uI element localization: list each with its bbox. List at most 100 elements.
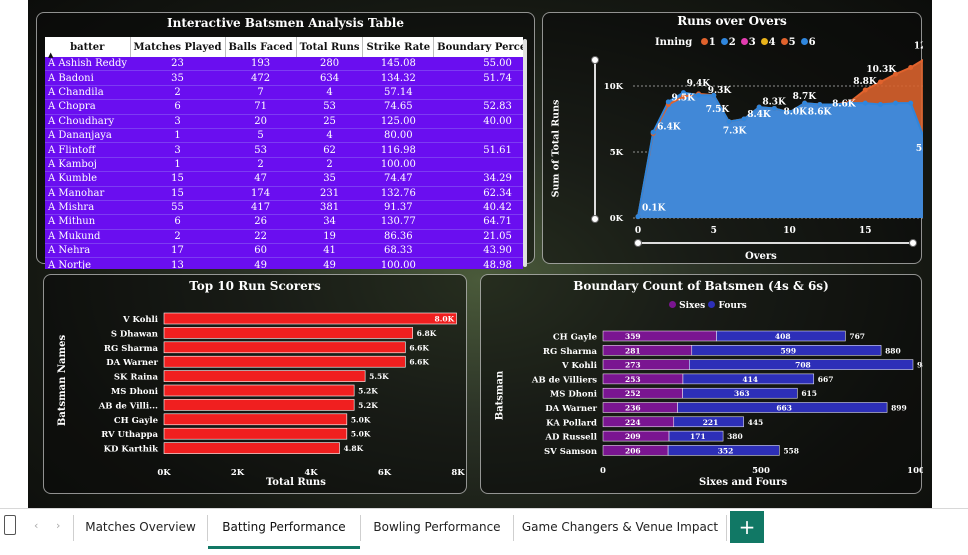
series-2-point[interactable]	[817, 101, 823, 107]
x-tick-label: 0	[600, 466, 606, 476]
x-tick-label: 500	[752, 466, 770, 476]
series-2-point[interactable]	[726, 119, 732, 125]
sixes-bar[interactable]	[602, 359, 690, 370]
tab-batting-performance[interactable]: Batting Performance	[208, 509, 360, 549]
batsmen-table[interactable]: batter Matches Played Balls Faced Total Run…	[45, 37, 523, 269]
category-label: DA Warner	[106, 358, 158, 368]
series-2-point[interactable]	[741, 116, 747, 122]
column-header[interactable]: Balls Faced	[225, 37, 297, 57]
batter-name-cell: A Kamboj	[45, 157, 131, 173]
tab-scroll-left-icon[interactable]: ‹	[34, 519, 38, 532]
table-row[interactable]: A Nehra 17 60 41 68.33 43.90	[45, 243, 523, 259]
series-2-point[interactable]	[862, 100, 868, 106]
table-row[interactable]: A Flintoff 3 53 62 116.98 51.61	[45, 142, 523, 158]
fours-value-label: 599	[780, 346, 796, 355]
table-cell: 26	[225, 214, 297, 230]
table-cell: 100.00	[362, 157, 434, 173]
table-row[interactable]: A Chopra 6 71 53 74.65 52.83	[45, 99, 523, 115]
boundary-bar-chart[interactable]: CH Gayle 359 408 767 RG Sharma 281 599 880 V Koh…	[481, 275, 923, 495]
table-row[interactable]: A Manohar 15 174 231 132.76 62.34	[45, 186, 523, 201]
table-cell: 100.00	[362, 257, 434, 269]
x-slider-handle-left[interactable]	[634, 239, 642, 247]
table-cell: 15	[130, 171, 226, 187]
data-label: 8.4K	[747, 110, 772, 120]
sixes-bar[interactable]	[602, 373, 684, 385]
bar[interactable]	[163, 384, 355, 397]
table-cell: 472	[225, 70, 297, 86]
table-scrollbar[interactable]	[523, 39, 527, 267]
table-cell: 145.08	[362, 57, 434, 72]
series-1-point[interactable]	[908, 65, 914, 71]
column-header[interactable]: Matches Played	[130, 37, 226, 57]
series-2-point[interactable]	[665, 99, 671, 105]
total-value-label: 558	[783, 446, 799, 455]
table-row[interactable]: A Ashish Reddy 23 193 280 145.08 55.00	[45, 57, 523, 72]
table-row[interactable]: A Chandila 2 7 4 57.14	[45, 85, 523, 101]
x-slider-handle-right[interactable]	[909, 239, 917, 247]
series-2-area[interactable]	[638, 92, 923, 218]
table-cell: 86.36	[362, 229, 434, 245]
sixes-bar[interactable]	[602, 387, 683, 399]
table-row[interactable]: A Mukund 2 22 19 86.36 21.05	[45, 229, 523, 245]
sixes-bar[interactable]	[602, 330, 717, 342]
series-2-point[interactable]	[908, 100, 914, 106]
bar[interactable]	[163, 427, 348, 440]
table-cell: 71	[225, 99, 297, 115]
tab-game-changers-venue-impact[interactable]: Game Changers & Venue Impact	[514, 509, 726, 546]
series-2-point[interactable]	[696, 92, 702, 98]
table-row[interactable]: A Kamboj 1 2 2 100.00	[45, 157, 523, 173]
table-row[interactable]: A Kumble 15 47 35 74.47 34.29	[45, 171, 523, 187]
bar[interactable]	[163, 399, 355, 411]
y-slider-handle-bottom[interactable]	[591, 215, 599, 223]
tab-scroll-right-icon[interactable]: ›	[56, 519, 60, 532]
table-row[interactable]: A Badoni 35 472 634 134.32 51.74	[45, 70, 523, 86]
table-row[interactable]: A Dananjaya 1 5 4 80.00	[45, 128, 523, 144]
y-slider-handle-top[interactable]	[591, 56, 599, 64]
series-2-point[interactable]	[756, 104, 762, 110]
column-header[interactable]: batter	[45, 37, 131, 57]
bar[interactable]	[163, 355, 406, 368]
series-2-point[interactable]	[650, 129, 656, 135]
data-label: 7.5K	[706, 105, 731, 115]
category-label: SV Samson	[544, 447, 597, 457]
series-1-point[interactable]	[877, 79, 883, 85]
x-tick-label: 0	[635, 226, 641, 236]
tab-matches-overview[interactable]: Matches Overview	[74, 509, 207, 546]
series-1-point[interactable]	[862, 87, 868, 93]
bar[interactable]	[163, 442, 340, 454]
add-page-button[interactable]: +	[730, 511, 764, 543]
total-value-label: 445	[748, 418, 764, 427]
category-label: DA Warner	[545, 404, 597, 414]
table-cell: 35	[296, 171, 363, 187]
bar[interactable]	[163, 370, 366, 382]
table-cell: 62	[296, 142, 363, 158]
bar[interactable]	[163, 327, 413, 339]
column-header[interactable]: Strike Rate	[362, 37, 435, 57]
runs-over-overs-panel: Runs over Overs Inning 123456 0K 5K 10K 0 5 1…	[542, 12, 923, 265]
total-value-label: 981	[917, 361, 923, 370]
data-label: 8.3K	[762, 97, 787, 107]
series-2-point[interactable]	[893, 100, 899, 106]
table-cell: 2	[225, 157, 297, 173]
table-cell: 60	[225, 243, 297, 259]
table-row[interactable]: A Mishra 55 417 381 91.37 40.42	[45, 200, 523, 216]
batter-name-cell: A Chopra	[45, 99, 131, 115]
series-2-point[interactable]	[635, 214, 641, 220]
bar[interactable]	[163, 413, 348, 426]
table-cell: 116.98	[362, 142, 434, 158]
top10-bar-chart[interactable]: V Kohli 8.0K S Dhawan 6.8K RG Sharma 6.6K DA W…	[44, 275, 468, 495]
tab-bowling-performance[interactable]: Bowling Performance	[361, 509, 513, 546]
mobile-layout-icon[interactable]	[4, 515, 16, 535]
series-2-point[interactable]	[877, 101, 883, 107]
bar[interactable]	[163, 312, 457, 325]
table-row[interactable]: A Nortje 13 49 49 100.00 48.98	[45, 257, 523, 269]
data-label: 0.1K	[642, 204, 667, 214]
column-header[interactable]: Boundary Percentage	[433, 37, 523, 57]
sort-ascending-icon[interactable]: ▲	[48, 51, 53, 59]
table-row[interactable]: A Mithun 6 26 34 130.77 64.71	[45, 214, 523, 230]
runs-area-chart[interactable]: 0K5K10K051015200.1K6.4K9.5K9.4K9.3K7.5K7…	[543, 13, 923, 265]
table-row[interactable]: A Choudhary 3 20 25 125.00 40.00	[45, 114, 523, 129]
column-header[interactable]: Total Runs	[296, 37, 364, 57]
bar[interactable]	[163, 341, 406, 354]
sixes-bar[interactable]	[602, 345, 693, 356]
